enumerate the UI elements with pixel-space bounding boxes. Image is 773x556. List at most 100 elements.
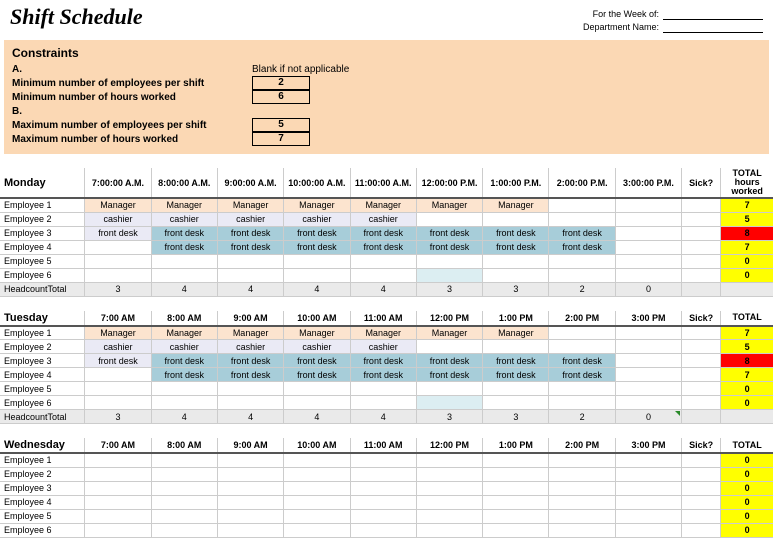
shift-cell[interactable] [85, 382, 151, 396]
shift-cell[interactable] [217, 453, 283, 467]
shift-cell[interactable]: front desk [549, 226, 615, 240]
shift-cell[interactable]: Manager [350, 198, 416, 212]
shift-cell[interactable]: front desk [284, 368, 350, 382]
shift-cell[interactable]: front desk [416, 354, 482, 368]
shift-cell[interactable] [416, 254, 482, 268]
shift-cell[interactable] [350, 481, 416, 495]
shift-cell[interactable] [217, 254, 283, 268]
shift-cell[interactable]: front desk [416, 226, 482, 240]
shift-cell[interactable] [483, 382, 549, 396]
shift-cell[interactable]: front desk [85, 354, 151, 368]
shift-cell[interactable] [217, 467, 283, 481]
shift-cell[interactable]: cashier [284, 212, 350, 226]
shift-cell[interactable]: front desk [217, 240, 283, 254]
shift-cell[interactable] [615, 382, 681, 396]
shift-cell[interactable]: front desk [416, 368, 482, 382]
shift-cell[interactable] [483, 509, 549, 523]
shift-cell[interactable] [151, 254, 217, 268]
shift-cell[interactable] [549, 268, 615, 282]
shift-cell[interactable] [85, 481, 151, 495]
sick-cell[interactable] [682, 212, 721, 226]
shift-cell[interactable] [416, 481, 482, 495]
shift-cell[interactable] [483, 254, 549, 268]
shift-cell[interactable] [284, 382, 350, 396]
shift-cell[interactable]: front desk [151, 368, 217, 382]
shift-cell[interactable]: front desk [416, 240, 482, 254]
shift-cell[interactable]: front desk [483, 368, 549, 382]
sick-cell[interactable] [682, 509, 721, 523]
shift-cell[interactable] [483, 268, 549, 282]
shift-cell[interactable] [217, 396, 283, 410]
shift-cell[interactable]: front desk [350, 226, 416, 240]
sick-cell[interactable] [682, 268, 721, 282]
shift-cell[interactable] [615, 198, 681, 212]
shift-cell[interactable] [284, 467, 350, 481]
shift-cell[interactable]: cashier [151, 340, 217, 354]
shift-cell[interactable] [416, 382, 482, 396]
shift-cell[interactable]: cashier [217, 212, 283, 226]
shift-cell[interactable] [350, 467, 416, 481]
shift-cell[interactable]: cashier [350, 340, 416, 354]
shift-cell[interactable] [151, 495, 217, 509]
shift-cell[interactable] [615, 354, 681, 368]
shift-cell[interactable]: Manager [151, 198, 217, 212]
shift-cell[interactable] [615, 268, 681, 282]
shift-cell[interactable] [217, 523, 283, 537]
shift-cell[interactable]: Manager [217, 326, 283, 340]
shift-cell[interactable]: front desk [483, 226, 549, 240]
shift-cell[interactable]: Manager [85, 198, 151, 212]
shift-cell[interactable] [85, 268, 151, 282]
shift-cell[interactable]: Manager [483, 198, 549, 212]
shift-cell[interactable]: front desk [549, 240, 615, 254]
shift-cell[interactable] [615, 226, 681, 240]
shift-cell[interactable] [151, 382, 217, 396]
shift-cell[interactable]: front desk [350, 240, 416, 254]
shift-cell[interactable] [284, 396, 350, 410]
min-emp-value[interactable]: 2 [252, 76, 310, 90]
shift-cell[interactable]: Manager [350, 326, 416, 340]
sick-cell[interactable] [682, 523, 721, 537]
shift-cell[interactable] [549, 453, 615, 467]
shift-cell[interactable] [151, 396, 217, 410]
shift-cell[interactable]: Manager [85, 326, 151, 340]
dept-input[interactable] [663, 21, 763, 33]
shift-cell[interactable] [217, 268, 283, 282]
sick-cell[interactable] [682, 326, 721, 340]
shift-cell[interactable] [615, 368, 681, 382]
shift-cell[interactable] [151, 481, 217, 495]
shift-cell[interactable] [217, 495, 283, 509]
shift-cell[interactable] [549, 212, 615, 226]
shift-cell[interactable] [483, 453, 549, 467]
shift-cell[interactable] [151, 453, 217, 467]
shift-cell[interactable] [284, 495, 350, 509]
shift-cell[interactable] [350, 382, 416, 396]
shift-cell[interactable] [549, 481, 615, 495]
sick-cell[interactable] [682, 198, 721, 212]
sick-cell[interactable] [682, 340, 721, 354]
shift-cell[interactable] [615, 254, 681, 268]
shift-cell[interactable] [85, 254, 151, 268]
shift-cell[interactable] [350, 254, 416, 268]
shift-cell[interactable] [416, 495, 482, 509]
shift-cell[interactable] [284, 453, 350, 467]
shift-cell[interactable] [151, 268, 217, 282]
shift-cell[interactable]: front desk [217, 368, 283, 382]
shift-cell[interactable] [549, 495, 615, 509]
shift-cell[interactable] [549, 326, 615, 340]
shift-cell[interactable] [217, 382, 283, 396]
shift-cell[interactable]: Manager [284, 326, 350, 340]
shift-cell[interactable]: Manager [483, 326, 549, 340]
shift-cell[interactable] [85, 396, 151, 410]
shift-cell[interactable] [217, 509, 283, 523]
shift-cell[interactable] [549, 198, 615, 212]
shift-cell[interactable] [416, 509, 482, 523]
shift-cell[interactable] [350, 509, 416, 523]
shift-cell[interactable] [549, 254, 615, 268]
shift-cell[interactable] [549, 340, 615, 354]
shift-cell[interactable]: front desk [85, 226, 151, 240]
shift-cell[interactable] [284, 254, 350, 268]
shift-cell[interactable]: front desk [549, 354, 615, 368]
shift-cell[interactable]: front desk [151, 226, 217, 240]
max-emp-value[interactable]: 5 [252, 118, 310, 132]
shift-cell[interactable] [416, 340, 482, 354]
